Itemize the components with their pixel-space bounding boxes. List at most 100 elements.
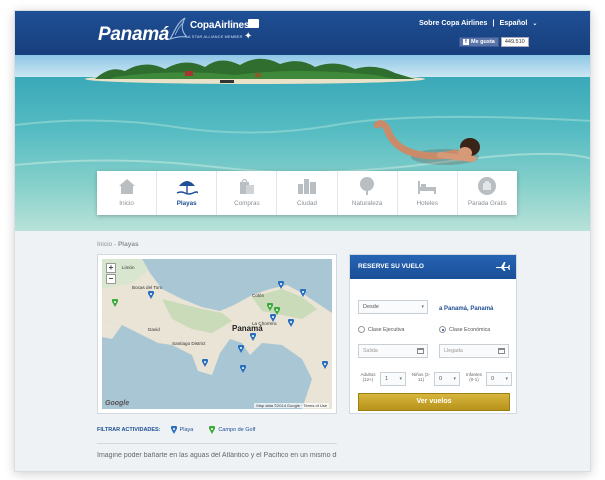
map-label-david: David: [148, 327, 160, 332]
nav-item-compras[interactable]: Compras: [217, 171, 278, 215]
map-label-santiago: Santiago District: [172, 341, 206, 346]
facebook-like-button[interactable]: f Me gusta: [459, 37, 499, 47]
radio-selected-icon: [439, 326, 446, 333]
golf-pin-icon[interactable]: [267, 303, 273, 311]
copa-airlines-logo[interactable]: CopaAirlines: [190, 20, 249, 31]
page-frame: Panamá CopaAirlines A STAR ALLIANCE MEMB…: [14, 10, 591, 472]
booking-header: RESERVE SU VUELO: [350, 255, 516, 279]
infants-label: Infantes (0-1): [465, 372, 482, 382]
departure-placeholder: Salida: [363, 348, 378, 354]
departure-date-field[interactable]: Salida: [358, 344, 428, 358]
infants-select[interactable]: 0 ▾: [486, 372, 512, 386]
map-land: [102, 259, 332, 409]
facebook-like-count: 449.510: [500, 37, 529, 47]
children-value: 0: [439, 376, 443, 382]
beach-icon: [176, 181, 198, 195]
return-placeholder: Llegada: [444, 348, 463, 354]
class-economy-radio[interactable]: Clase Económica: [439, 326, 490, 333]
children-label: Niños (2-11): [411, 372, 431, 382]
facebook-like[interactable]: f Me gusta 449.510: [459, 37, 529, 47]
origin-placeholder: Desde: [363, 304, 379, 310]
chevron-down-icon[interactable]: ⌄: [532, 20, 537, 27]
facebook-like-label: Me gusta: [471, 39, 495, 45]
children-select[interactable]: 0 ▾: [434, 372, 460, 386]
language-selector[interactable]: Español: [499, 18, 527, 27]
google-logo: Google: [105, 400, 130, 407]
nav-label: Parada Gratis: [467, 200, 507, 207]
map-container: + − Limón Bocas del Toro David Santiago …: [97, 254, 337, 414]
nav-item-inicio[interactable]: Inicio: [97, 171, 158, 215]
calendar-icon[interactable]: [498, 348, 505, 354]
beach-pin-icon[interactable]: [238, 345, 244, 353]
beach-pin-icon[interactable]: [278, 281, 284, 289]
house-icon: [118, 179, 135, 194]
nav-label: Compras: [234, 200, 260, 207]
beach-pin-icon[interactable]: [202, 359, 208, 367]
radio-icon: [358, 326, 365, 333]
shopping-bags-icon: [239, 178, 254, 194]
search-flights-button[interactable]: Ver vuelos: [358, 393, 510, 411]
filter-playa-label: Playa: [179, 427, 194, 433]
return-date-field[interactable]: Llegada: [439, 344, 509, 358]
nav-item-naturaleza[interactable]: Naturaleza: [338, 171, 398, 215]
beach-pin-icon[interactable]: [240, 365, 246, 373]
divider: [97, 443, 337, 444]
activity-filter: FILTRAR ACTIVIDADES: Playa Campo de Golf: [97, 426, 271, 434]
nav-label: Naturaleza: [351, 200, 383, 207]
map[interactable]: + − Limón Bocas del Toro David Santiago …: [102, 259, 332, 409]
header: Panamá CopaAirlines A STAR ALLIANCE MEMB…: [15, 11, 590, 55]
copa-logo-icon: [248, 19, 259, 28]
nav-item-parada-gratis[interactable]: Parada Gratis: [458, 171, 517, 215]
intro-text: Imagine poder bañarte en las aguas del A…: [97, 452, 337, 459]
beach-pin-icon[interactable]: [250, 333, 256, 341]
top-links: Sobre Copa Airlines | Español ⌄: [419, 18, 537, 27]
bed-icon: [418, 181, 437, 194]
nav-item-playas[interactable]: Playas: [157, 171, 218, 215]
class-economy-label: Clase Económica: [449, 326, 491, 333]
tree-icon: [360, 177, 375, 195]
filter-playa[interactable]: Playa: [170, 426, 194, 434]
nav-label: Hoteles: [416, 200, 438, 207]
nav-item-hoteles[interactable]: Hoteles: [398, 171, 458, 215]
breadcrumb-current: Playas: [117, 241, 139, 248]
chevron-down-icon: ▾: [505, 376, 508, 382]
filter-golf-label: Campo de Golf: [218, 427, 256, 433]
filter-label: FILTRAR ACTIVIDADES:: [97, 427, 161, 433]
nav-label: Playas: [176, 200, 197, 207]
beach-pin-icon[interactable]: [288, 319, 294, 327]
star-alliance-text: A STAR ALLIANCE MEMBER: [188, 35, 243, 39]
chevron-down-icon: ▾: [453, 376, 456, 382]
breadcrumb: Inicio - Playas: [97, 241, 139, 248]
destination-text: a Panamá, Panamá: [439, 306, 494, 312]
infants-value: 0: [491, 376, 495, 382]
adults-value: 1: [385, 376, 389, 382]
booking-widget: RESERVE SU VUELO Desde ▾ a Panamá, Panam…: [349, 254, 517, 414]
beach-pin-icon[interactable]: [270, 314, 276, 322]
golf-pin-icon[interactable]: [112, 299, 118, 307]
chevron-down-icon: ▾: [399, 376, 402, 382]
about-copa-link[interactable]: Sobre Copa Airlines: [419, 18, 487, 27]
map-attribution[interactable]: Map data ©2014 Google · Terms of Use: [254, 403, 329, 408]
booking-title: RESERVE SU VUELO: [358, 263, 424, 270]
chevron-down-icon: ▾: [421, 304, 424, 310]
nav-label: Inicio: [119, 200, 134, 207]
adults-label: Adultos (12+): [360, 372, 376, 382]
star-alliance-icon: ✦: [244, 31, 253, 42]
class-executive-radio[interactable]: Clase Ejecutiva: [358, 326, 405, 333]
map-label-limon: Limón: [122, 265, 135, 270]
zoom-out-button[interactable]: −: [106, 274, 116, 284]
beach-pin-icon[interactable]: [322, 361, 328, 369]
city-icon: [297, 179, 316, 194]
adults-select[interactable]: 1 ▾: [380, 372, 406, 386]
filter-golf[interactable]: Campo de Golf: [209, 426, 255, 434]
origin-select[interactable]: Desde ▾: [358, 300, 428, 314]
golf-pin-icon: [209, 426, 216, 434]
beach-pin-icon[interactable]: [300, 289, 306, 297]
calendar-icon[interactable]: [417, 348, 424, 354]
zoom-in-button[interactable]: +: [106, 263, 116, 273]
nav-item-ciudad[interactable]: Ciudad: [277, 171, 338, 215]
panama-logo[interactable]: Panamá: [98, 24, 169, 46]
breadcrumb-home[interactable]: Inicio: [97, 241, 112, 248]
beach-pin-icon: [170, 426, 177, 434]
beach-pin-icon[interactable]: [148, 291, 154, 299]
